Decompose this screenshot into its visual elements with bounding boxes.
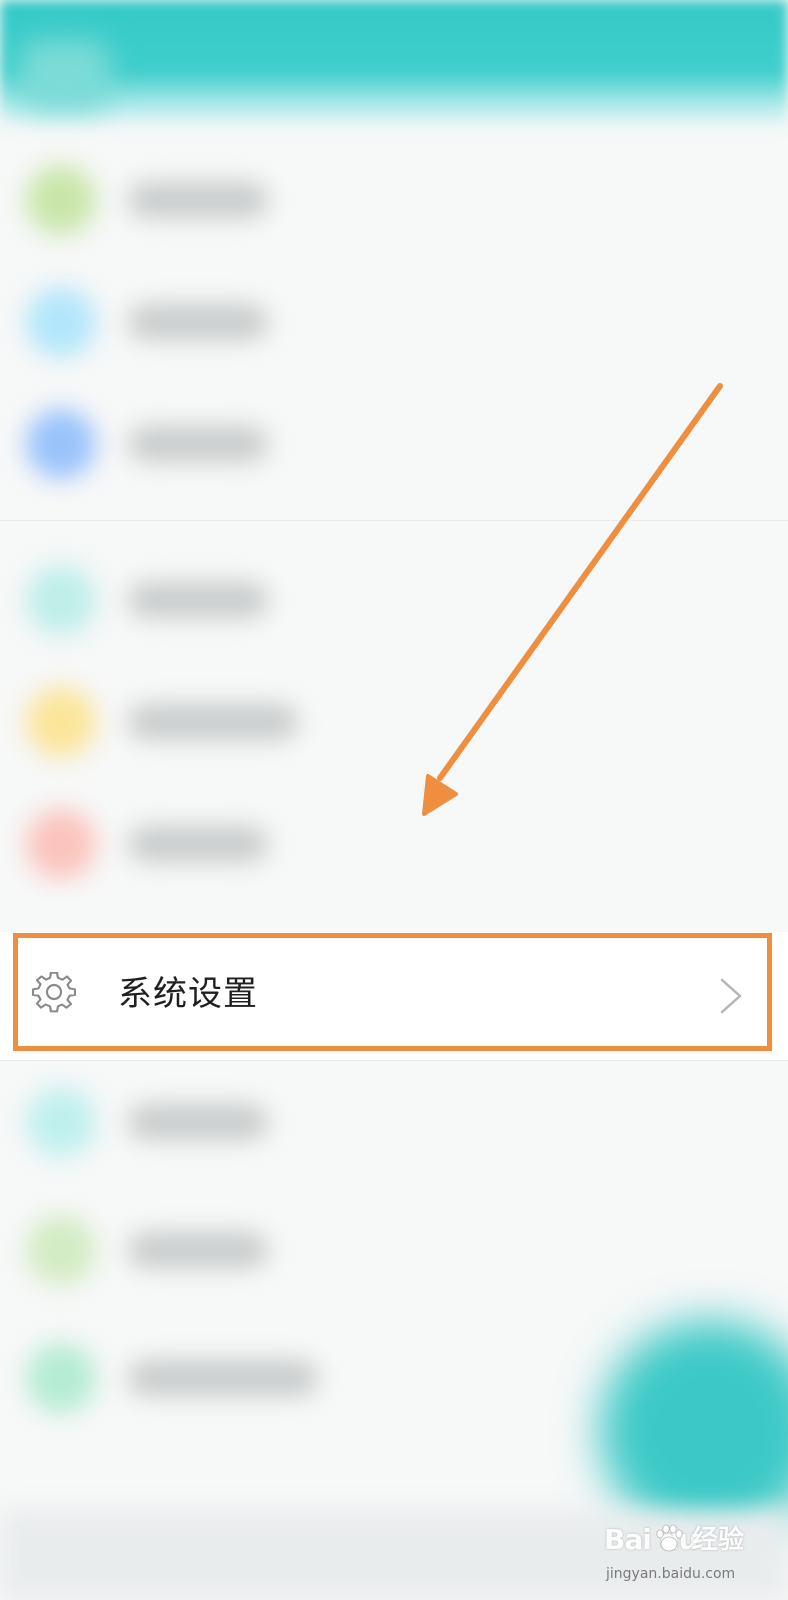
menu-item-label-blurred xyxy=(128,582,268,618)
menu-item-label-blurred xyxy=(128,1104,268,1140)
menu-item-blurred[interactable] xyxy=(0,140,788,262)
paw-icon xyxy=(656,1524,683,1552)
system-settings-item[interactable]: 系统设置 xyxy=(0,932,788,1060)
menu-item-label-blurred xyxy=(128,704,298,740)
menu-item-icon xyxy=(26,165,96,235)
gear-icon xyxy=(32,972,76,1013)
menu-item-label-blurred xyxy=(128,1232,268,1268)
system-settings-label: 系统设置 xyxy=(118,974,258,1014)
menu-item-label-blurred xyxy=(128,182,268,218)
menu-item-icon xyxy=(26,409,96,479)
menu-item-icon xyxy=(26,565,96,635)
menu-item-icon xyxy=(26,687,96,757)
section-divider xyxy=(0,1060,788,1061)
menu-item-blurred[interactable] xyxy=(0,1190,788,1312)
chevron-right-icon xyxy=(720,978,742,1014)
menu-item-blurred[interactable] xyxy=(0,662,788,784)
menu-item-label-blurred xyxy=(128,826,268,862)
menu-item-icon xyxy=(26,1215,96,1285)
watermark-url: jingyan.baidu.com xyxy=(606,1566,736,1582)
menu-item-blurred[interactable] xyxy=(0,540,788,662)
menu-item-blurred[interactable] xyxy=(0,1062,788,1184)
menu-item-blurred[interactable] xyxy=(0,262,788,384)
menu-item-blurred[interactable] xyxy=(0,384,788,506)
menu-item-label-blurred xyxy=(128,426,268,462)
menu-item-label-blurred xyxy=(128,1360,318,1396)
header-bar xyxy=(0,0,788,130)
watermark: Bai du 经验 jingyan.baidu.com xyxy=(604,1520,780,1592)
watermark-product: 经验 xyxy=(692,1525,745,1555)
menu-item-blurred[interactable] xyxy=(0,784,788,906)
menu-item-icon xyxy=(26,809,96,879)
menu-item-label-blurred xyxy=(128,304,268,340)
menu-item-icon xyxy=(26,287,96,357)
menu-item-icon xyxy=(26,1087,96,1157)
section-divider xyxy=(0,520,788,521)
menu-item-icon xyxy=(26,1343,96,1413)
avatar xyxy=(20,40,110,110)
